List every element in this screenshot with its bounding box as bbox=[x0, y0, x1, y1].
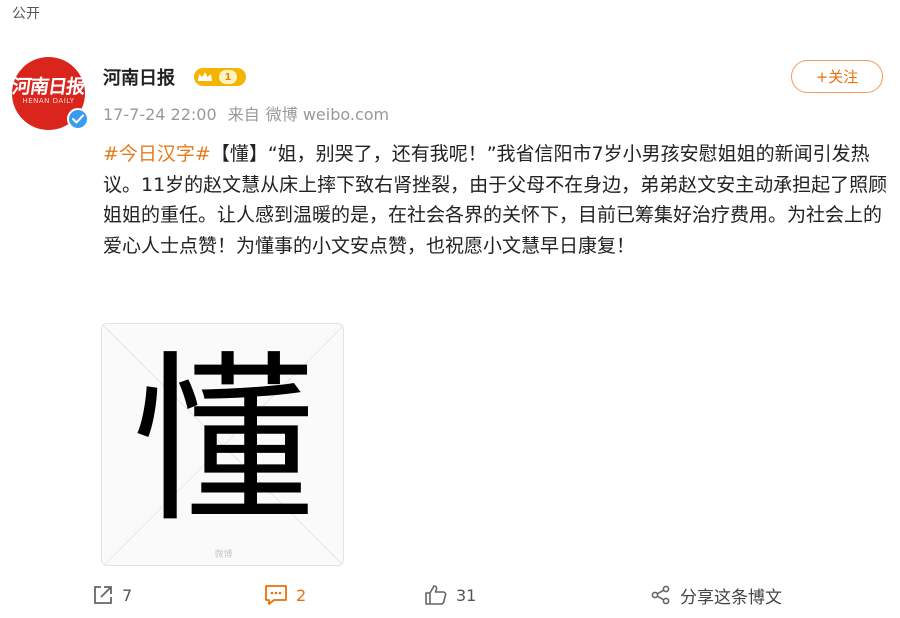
follow-button[interactable]: +关注 bbox=[791, 60, 883, 93]
repost-icon bbox=[92, 584, 114, 606]
post-image[interactable]: 懂 微博 bbox=[101, 323, 344, 566]
post-body: 【懂】“姐，别哭了，还有我呢！”我省信阳市7岁小男孩安慰姐姐的新闻引发热议。11… bbox=[103, 143, 888, 257]
source-prefix: 来自 bbox=[227, 105, 260, 124]
post-text: #今日汉字#【懂】“姐，别哭了，还有我呢！”我省信阳市7岁小男孩安慰姐姐的新闻引… bbox=[103, 139, 889, 261]
comment-count: 2 bbox=[296, 585, 307, 605]
account-name[interactable]: 河南日报 bbox=[103, 64, 175, 90]
visibility-label: 公开 bbox=[12, 6, 40, 22]
like-button[interactable]: 31 bbox=[424, 578, 476, 612]
share-button[interactable]: 分享这条博文 bbox=[650, 578, 782, 612]
share-label: 分享这条博文 bbox=[680, 587, 782, 608]
like-count: 31 bbox=[456, 585, 477, 605]
post-meta: 17-7-24 22:00 来自 微博 weibo.com bbox=[103, 101, 395, 125]
vip-badge[interactable]: 1 bbox=[194, 68, 246, 86]
comment-button[interactable]: 2 bbox=[264, 578, 306, 612]
post-source: 微博 weibo.com bbox=[265, 105, 390, 124]
post-date[interactable]: 17-7-24 22:00 bbox=[103, 105, 217, 124]
repost-button[interactable]: 7 bbox=[92, 578, 132, 612]
repost-count: 7 bbox=[122, 585, 133, 605]
vip-crown-icon bbox=[197, 68, 213, 87]
avatar-logo: 河南日报 bbox=[10, 76, 86, 98]
vip-level: 1 bbox=[219, 70, 237, 84]
comment-icon bbox=[264, 584, 288, 606]
like-icon bbox=[424, 584, 448, 606]
action-bar: 7 2 31 分享这条博文 bbox=[0, 578, 900, 612]
avatar[interactable]: 河南日报 HENAN DAILY bbox=[10, 57, 89, 130]
avatar-logo-subtitle: HENAN DAILY bbox=[22, 97, 75, 105]
character-glyph: 懂 bbox=[132, 335, 315, 547]
image-watermark: 微博 bbox=[214, 550, 233, 560]
share-icon bbox=[650, 584, 672, 606]
topic-link[interactable]: #今日汉字# bbox=[103, 143, 211, 165]
verified-icon bbox=[67, 108, 89, 130]
